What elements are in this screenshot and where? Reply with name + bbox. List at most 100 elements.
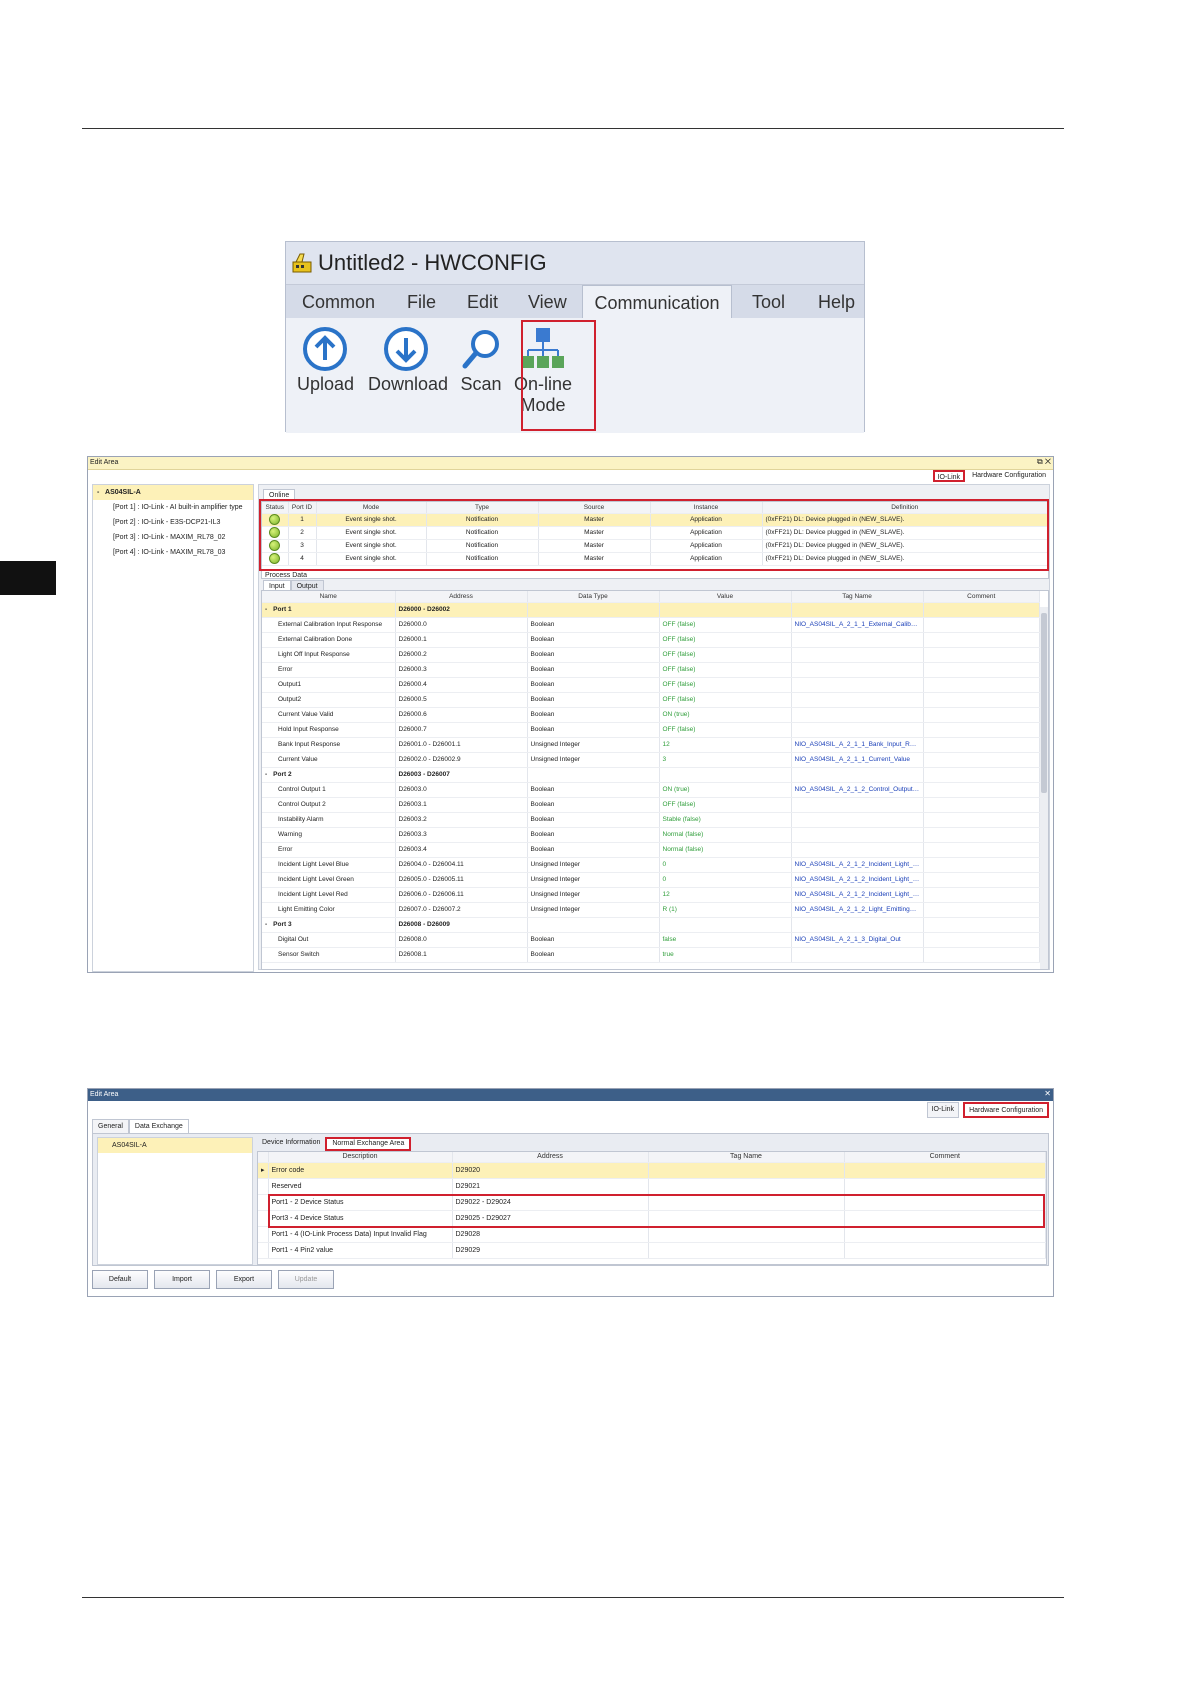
table-row[interactable]: Port1 - 4 Pin2 value D29029 <box>258 1242 1046 1259</box>
col-tag-name[interactable]: Tag Name <box>791 591 924 603</box>
cell-value[interactable]: Stable (false) <box>659 812 792 828</box>
cell-value[interactable]: false <box>659 932 792 948</box>
col-data-type[interactable]: Data Type <box>527 591 660 603</box>
table-row[interactable]: Error D26000.3 Boolean OFF (false) <box>262 662 1040 678</box>
cell-comment[interactable] <box>923 887 1040 903</box>
table-row[interactable]: Control Output 1 D26003.0 Boolean ON (true)… <box>262 782 1040 798</box>
col-name[interactable]: Name <box>262 591 396 603</box>
scan-button[interactable]: Scan <box>458 322 504 395</box>
cell-value[interactable]: 3 <box>659 752 792 768</box>
collapse-icon[interactable]: - <box>265 771 273 778</box>
cell-tag-name[interactable] <box>791 647 924 663</box>
menu-communication[interactable]: Communication <box>582 285 732 320</box>
col-comment[interactable]: Comment <box>844 1152 1046 1163</box>
cell-comment[interactable] <box>923 722 1040 738</box>
cell-tag-name[interactable] <box>791 692 924 708</box>
cell-value[interactable]: OFF (false) <box>659 692 792 708</box>
cell-comment[interactable] <box>923 827 1040 843</box>
table-row[interactable]: Warning D26003.3 Boolean Normal (false) <box>262 827 1040 843</box>
cell-comment[interactable] <box>923 812 1040 828</box>
cell-tag-name[interactable]: NIO_AS04SIL_A_2_1_3_Digital_Out <box>791 932 924 948</box>
table-row[interactable]: ▸ Error code D29020 <box>258 1162 1046 1179</box>
cell-comment[interactable] <box>923 797 1040 813</box>
cell-value[interactable]: Normal (false) <box>659 842 792 858</box>
cell-comment[interactable] <box>923 632 1040 648</box>
table-row[interactable]: External Calibration Input Response D2600… <box>262 617 1040 633</box>
cell-comment[interactable] <box>923 782 1040 798</box>
collapse-icon[interactable]: - <box>265 606 273 613</box>
collapse-icon[interactable]: - <box>93 489 103 496</box>
cell-tag-name[interactable] <box>791 722 924 738</box>
tab-device-information[interactable]: Device Information <box>257 1137 325 1151</box>
table-row[interactable]: Reserved D29021 <box>258 1178 1046 1195</box>
port-group-row[interactable]: - Port 1 D26000 - D26002 <box>262 602 1040 618</box>
cell-value[interactable]: OFF (false) <box>659 632 792 648</box>
port-group-row[interactable]: - Port 3 D26008 - D26009 <box>262 917 1040 933</box>
cell-comment[interactable] <box>923 752 1040 768</box>
cell-tag-name[interactable]: NIO_AS04SIL_A_2_1_2_Incident_Light_L... <box>791 857 924 873</box>
table-row[interactable]: Output1 D26000.4 Boolean OFF (false) <box>262 677 1040 693</box>
cell-tag-name[interactable] <box>791 797 924 813</box>
export-button[interactable]: Export <box>216 1270 272 1289</box>
col-tag-name[interactable]: Tag Name <box>648 1152 845 1163</box>
table-row[interactable]: Bank Input Response D26001.0 - D26001.1 Un… <box>262 737 1040 753</box>
table-row[interactable]: Incident Light Level Green D26005.0 - D26… <box>262 872 1040 888</box>
col-value[interactable]: Value <box>659 591 792 603</box>
cell-tag-name[interactable] <box>791 677 924 693</box>
close-icon[interactable]: ✕ <box>1044 1089 1051 1098</box>
cell-tag-name[interactable] <box>791 842 924 858</box>
cell-comment[interactable] <box>923 677 1040 693</box>
update-button[interactable]: Update <box>278 1270 334 1289</box>
menu-common[interactable]: Common <box>302 285 375 319</box>
cell-value[interactable]: 12 <box>659 737 792 753</box>
table-row[interactable]: Incident Light Level Red D26006.0 - D2600… <box>262 887 1040 903</box>
download-button[interactable]: Download <box>368 322 448 395</box>
tab-hardware-configuration[interactable]: Hardware Configuration <box>969 470 1049 482</box>
table-row[interactable]: Output2 D26000.5 Boolean OFF (false) <box>262 692 1040 708</box>
cell-tag-name[interactable]: NIO_AS04SIL_A_2_1_2_Incident_Light_L... <box>791 887 924 903</box>
vertical-scrollbar[interactable] <box>1040 607 1048 969</box>
table-row[interactable]: Light Off Input Response D26000.2 Boolean O… <box>262 647 1040 663</box>
cell-value[interactable]: ON (true) <box>659 707 792 723</box>
tab-hardware-configuration[interactable]: Hardware Configuration <box>963 1102 1049 1118</box>
tree-root[interactable]: - AS04SIL-A <box>93 485 253 500</box>
scrollbar-thumb[interactable] <box>1041 613 1047 793</box>
table-row[interactable]: Instability Alarm D26003.2 Boolean Stable (… <box>262 812 1040 828</box>
import-button[interactable]: Import <box>154 1270 210 1289</box>
menu-edit[interactable]: Edit <box>467 285 498 319</box>
cell-tag-name[interactable] <box>791 632 924 648</box>
cell-tag-name[interactable] <box>791 827 924 843</box>
cell-value[interactable]: R (1) <box>659 902 792 918</box>
cell-tag-name[interactable] <box>791 707 924 723</box>
tree-item-port1[interactable]: [Port 1] : IO-Link - AI built-in amplifi… <box>93 500 253 515</box>
cell-value[interactable]: OFF (false) <box>659 797 792 813</box>
tab-iolink[interactable]: IO-Link <box>932 470 966 482</box>
cell-value[interactable]: 0 <box>659 872 792 888</box>
table-row[interactable]: Current Value D26002.0 - D26002.9 Unsigned… <box>262 752 1040 768</box>
tree-root[interactable]: AS04SIL-A <box>98 1138 252 1153</box>
cell-value[interactable]: OFF (false) <box>659 662 792 678</box>
cell-comment[interactable] <box>923 857 1040 873</box>
table-row[interactable]: External Calibration Done D26000.1 Boolean… <box>262 632 1040 648</box>
tree-item-port4[interactable]: [Port 4] : IO-Link - MAXIM_RL78_03 <box>93 545 253 560</box>
cell-value[interactable]: OFF (false) <box>659 677 792 693</box>
window-controls[interactable]: ⧉ ✕ <box>1037 457 1051 467</box>
cell-value[interactable]: OFF (false) <box>659 647 792 663</box>
cell-tag-name[interactable]: NIO_AS04SIL_A_2_1_2_Incident_Light_L... <box>791 872 924 888</box>
menu-help[interactable]: Help <box>818 285 855 319</box>
port-group-row[interactable]: - Port 2 D26003 - D26007 <box>262 767 1040 783</box>
cell-tag-name[interactable] <box>791 812 924 828</box>
cell-comment[interactable] <box>923 842 1040 858</box>
cell-comment[interactable] <box>923 647 1040 663</box>
table-row[interactable]: Incident Light Level Blue D26004.0 - D260… <box>262 857 1040 873</box>
cell-tag-name[interactable]: NIO_AS04SIL_A_2_1_1_Bank_Input_Resp... <box>791 737 924 753</box>
collapse-icon[interactable]: - <box>265 921 273 928</box>
tree-item-port3[interactable]: [Port 3] : IO-Link - MAXIM_RL78_02 <box>93 530 253 545</box>
cell-comment[interactable] <box>923 947 1040 963</box>
cell-comment[interactable] <box>923 737 1040 753</box>
table-row[interactable]: Control Output 2 D26003.1 Boolean OFF (fals… <box>262 797 1040 813</box>
menu-view[interactable]: View <box>528 285 567 319</box>
cell-value[interactable]: Normal (false) <box>659 827 792 843</box>
default-button[interactable]: Default <box>92 1270 148 1289</box>
table-row[interactable]: Light Emitting Color D26007.0 - D26007.2 U… <box>262 902 1040 918</box>
